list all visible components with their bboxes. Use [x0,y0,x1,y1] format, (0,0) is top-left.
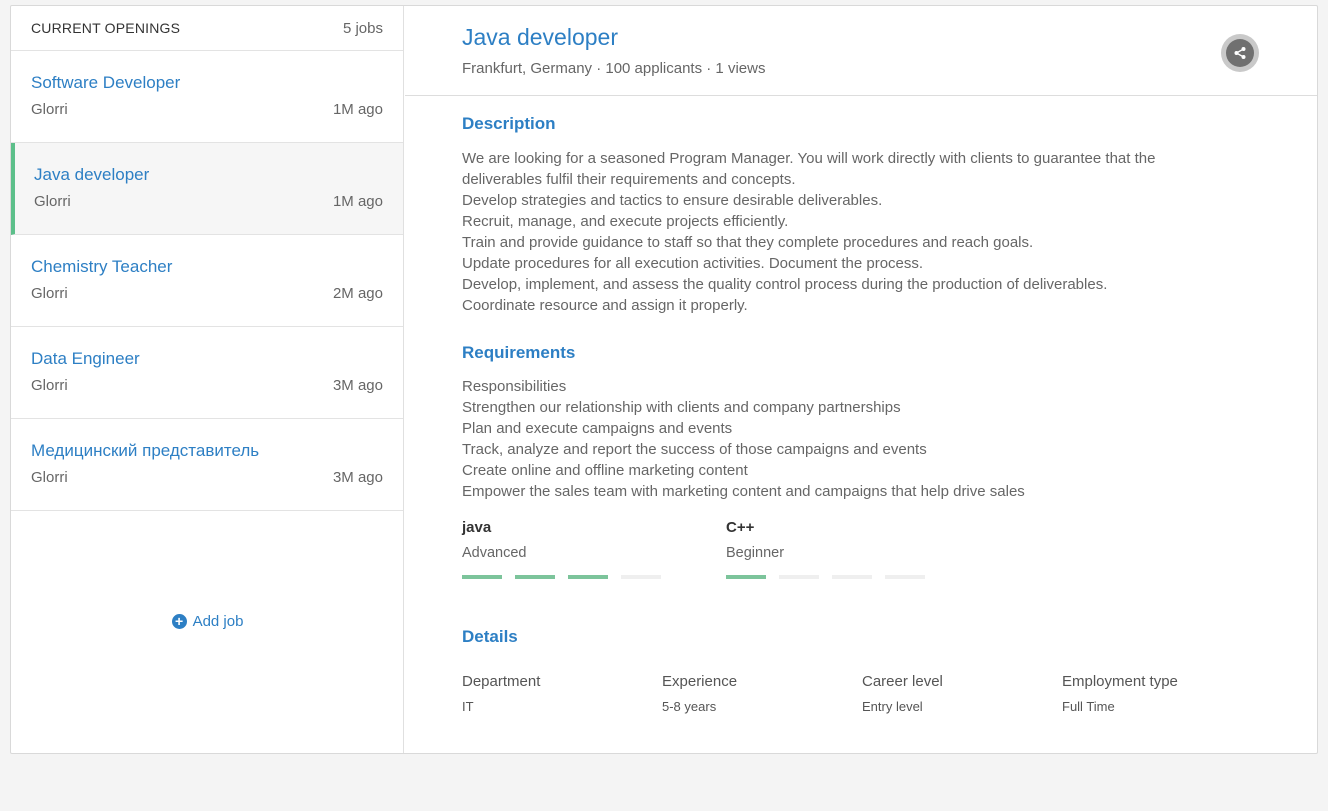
job-item-age: 3M ago [332,469,383,486]
detail-label: Department [462,673,541,690]
requirements-heading: Requirements [462,343,576,362]
job-item-company: Glorri [31,377,68,394]
skill-level-bars [726,575,925,579]
job-item-title[interactable]: Chemistry Teacher [31,257,172,277]
requirements-text: Responsibilities Strengthen our relation… [462,376,1025,502]
description-line: We are looking for a seasoned Program Ma… [462,150,1156,167]
skill-bar-segment [621,575,661,579]
job-item-age: 2M ago [332,285,383,302]
skill-level-bars [462,575,661,579]
jobs-card: CURRENT OPENINGS 5 jobs Software Develop… [10,5,1318,754]
description-line: Update procedures for all execution acti… [462,255,924,272]
detail-experience: Experience 5-8 years [662,673,862,714]
details-heading: Details [462,627,518,646]
job-item-java-developer[interactable]: Java developer Glorri 1M ago [11,143,403,235]
skill-name: java [462,519,492,536]
skill-bar-segment [779,575,819,579]
description-line: Develop, implement, and assess the quali… [462,276,1108,293]
description-line: deliverables fulfil their requirements a… [462,171,796,188]
job-item-age: 1M ago [332,101,383,118]
job-title: Java developer [462,24,618,50]
skill-level: Beginner [726,545,785,561]
job-item-software-developer[interactable]: Software Developer Glorri 1M ago [11,51,403,143]
requirement-line: Create online and offline marketing cont… [462,462,748,479]
description-line: Train and provide guidance to staff so t… [462,234,1034,251]
requirement-line: Responsibilities [462,378,567,395]
add-job-label[interactable]: Add job [193,613,244,630]
sidebar-title: CURRENT OPENINGS [31,20,181,36]
detail-label: Employment type [1062,673,1178,690]
jobs-count: 5 jobs [342,19,383,37]
job-meta: Frankfurt, Germany · 100 applicants · 1 … [462,60,766,77]
description-line: Coordinate resource and assign it proper… [462,297,748,314]
job-item-age: 3M ago [332,377,383,394]
job-item-data-engineer[interactable]: Data Engineer Glorri 3M ago [11,327,403,419]
detail-value: Entry level [862,699,923,714]
detail-career-level: Career level Entry level [862,673,1062,714]
description-line: Develop strategies and tactics to ensure… [462,192,883,209]
job-item-company: Glorri [31,469,68,486]
job-item-medical-representative[interactable]: Медицинский представитель Glorri 3M ago [11,419,403,511]
details-grid: Department IT Experience 5-8 years Caree… [462,673,1262,714]
job-item-company: Glorri [31,101,68,118]
description-line: Recruit, manage, and execute projects ef… [462,213,789,230]
requirement-line: Plan and execute campaigns and events [462,420,733,437]
job-item-title[interactable]: Data Engineer [31,349,140,369]
sidebar-header: CURRENT OPENINGS 5 jobs [11,6,403,51]
add-job-button[interactable]: + Add job [11,613,404,630]
job-item-title[interactable]: Software Developer [31,73,180,93]
detail-value: 5-8 years [662,699,717,714]
skill-bar-segment [832,575,872,579]
skill-cpp: C++ Beginner [726,519,925,579]
skill-java: java Advanced [462,519,661,579]
skill-bar-segment [726,575,766,579]
detail-employment-type: Employment type Full Time [1062,673,1262,714]
skill-bar-segment [515,575,555,579]
job-detail-panel: Java developer Frankfurt, Germany · 100 … [405,6,1317,753]
skill-bar-segment [568,575,608,579]
skill-bar-segment [885,575,925,579]
skill-bar-segment [462,575,502,579]
requirement-line: Empower the sales team with marketing co… [462,483,1025,500]
job-item-company: Glorri [34,193,71,210]
share-button[interactable] [1221,34,1259,72]
requirement-line: Strengthen our relationship with clients… [462,399,901,416]
requirement-line: Track, analyze and report the success of… [462,441,927,458]
detail-label: Career level [862,673,943,690]
detail-label: Experience [662,673,738,690]
job-item-title[interactable]: Java developer [34,165,149,185]
skill-name: C++ [726,519,755,536]
plus-circle-icon: + [171,614,187,629]
job-item-age: 1M ago [332,193,383,210]
job-detail-header: Java developer Frankfurt, Germany · 100 … [405,6,1317,96]
share-icon [1226,39,1254,67]
detail-value: IT [462,699,474,714]
job-item-title[interactable]: Медицинский представитель [31,441,259,461]
skill-level: Advanced [462,545,527,561]
description-text: We are looking for a seasoned Program Ma… [462,148,1155,316]
openings-sidebar: CURRENT OPENINGS 5 jobs Software Develop… [11,6,404,753]
detail-department: Department IT [462,673,662,714]
detail-value: Full Time [1062,699,1115,714]
job-item-chemistry-teacher[interactable]: Chemistry Teacher Glorri 2M ago [11,235,403,327]
description-heading: Description [462,114,556,133]
job-item-company: Glorri [31,285,68,302]
